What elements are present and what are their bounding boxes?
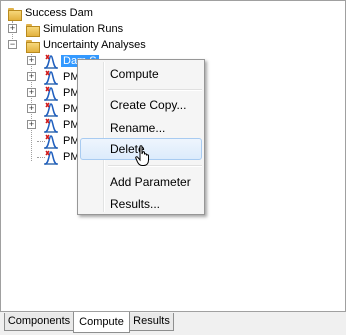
context-menu: Compute Create Copy... Rename... Delete … (77, 59, 205, 215)
tab-components[interactable]: Components (4, 313, 74, 331)
tree-node-label: Uncertainty Analyses (43, 39, 146, 51)
tree-node-analysis[interactable]: PM (43, 69, 80, 85)
distribution-icon (44, 102, 58, 117)
tab-compute[interactable]: Compute (73, 312, 130, 333)
menu-item-results[interactable]: Results... (80, 193, 202, 215)
folder-icon (7, 7, 22, 21)
tree-node-root[interactable]: Success Dam (7, 5, 93, 21)
distribution-icon (44, 54, 58, 69)
distribution-icon (44, 86, 58, 101)
tree-node-analysis[interactable]: PM (43, 117, 80, 133)
bottom-tab-bar: Components Compute Results (0, 312, 346, 335)
menu-item-add-parameter[interactable]: Add Parameter (80, 171, 202, 193)
folder-icon (25, 23, 40, 37)
collapse-toggle[interactable]: − (8, 40, 17, 49)
menu-separator (108, 165, 202, 167)
watershed-tree-panel[interactable]: Success Dam + Simulation Runs − Uncertai… (0, 0, 346, 312)
expand-toggle[interactable]: + (27, 88, 36, 97)
tree-node-analysis[interactable]: PM (43, 101, 80, 117)
expand-toggle[interactable]: + (27, 104, 36, 113)
tree-node-analysis[interactable]: PM (43, 85, 80, 101)
folder-icon (25, 39, 40, 53)
distribution-icon (44, 70, 58, 85)
expand-toggle[interactable]: + (27, 120, 36, 129)
distribution-icon (44, 134, 58, 149)
menu-item-create-copy[interactable]: Create Copy... (80, 94, 202, 116)
tree-node-label: Success Dam (25, 7, 93, 19)
distribution-icon (44, 118, 58, 133)
expand-toggle[interactable]: + (27, 56, 36, 65)
tree-node-simulation-runs[interactable]: Simulation Runs (25, 21, 123, 37)
expand-toggle[interactable]: + (8, 24, 17, 33)
tree-node-label: Simulation Runs (43, 23, 124, 35)
menu-separator (108, 89, 202, 91)
tab-results[interactable]: Results (129, 313, 174, 331)
tree-node-analysis[interactable]: PM (43, 149, 80, 165)
expand-toggle[interactable]: + (27, 72, 36, 81)
distribution-icon (44, 150, 58, 165)
tree-node-analysis[interactable]: PM (43, 133, 80, 149)
menu-item-rename[interactable]: Rename... (80, 117, 202, 139)
menu-item-compute[interactable]: Compute (80, 63, 202, 85)
hand-cursor-icon (135, 145, 149, 166)
tree-node-uncertainty-analyses[interactable]: Uncertainty Analyses (25, 37, 146, 53)
